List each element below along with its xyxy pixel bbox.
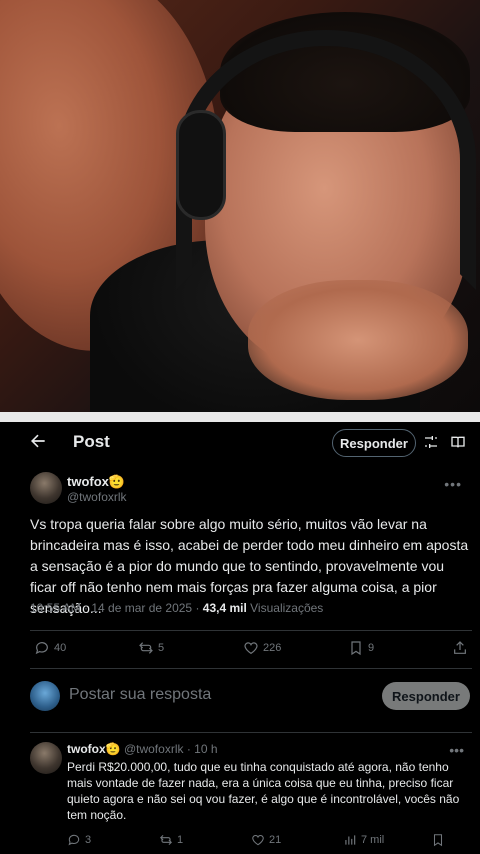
post-actions: 40 5 226 9 bbox=[30, 640, 472, 660]
reply-count: 3 bbox=[85, 834, 92, 846]
post-timestamp[interactable]: 10:55 AM · 14 de mar de 2025 · bbox=[30, 601, 203, 615]
author-handle[interactable]: @twofoxrlk bbox=[67, 490, 127, 504]
page-title: Post bbox=[73, 432, 110, 451]
bookmark-action[interactable] bbox=[431, 833, 445, 847]
views-label: Visualizações bbox=[246, 601, 324, 615]
headphone-cup bbox=[176, 110, 226, 220]
like-count: 21 bbox=[269, 834, 282, 846]
views-action[interactable]: 7 mil bbox=[343, 833, 384, 847]
arrow-left-icon[interactable] bbox=[28, 431, 48, 451]
heart-icon bbox=[244, 642, 258, 655]
video-divider bbox=[0, 412, 480, 422]
book-icon[interactable] bbox=[450, 434, 466, 450]
divider bbox=[30, 732, 472, 733]
more-horizontal-icon[interactable]: ••• bbox=[449, 742, 464, 758]
sliders-icon[interactable] bbox=[423, 434, 439, 450]
avatar[interactable] bbox=[30, 472, 62, 504]
repost-icon bbox=[139, 642, 153, 654]
views-count: 7 mil bbox=[361, 834, 385, 846]
reply-text: Perdi R$20.000,00, tudo que eu tinha con… bbox=[67, 760, 460, 822]
reply-header: twofox🫡 @twofoxrlk · 10 h bbox=[67, 742, 218, 756]
reply-action[interactable]: 3 bbox=[67, 833, 91, 847]
like-count: 226 bbox=[263, 642, 282, 654]
post-author[interactable]: twofox🫡 @twofoxrlk ••• bbox=[30, 472, 470, 506]
hand-shape bbox=[248, 280, 468, 400]
analytics-icon bbox=[345, 835, 356, 845]
reply-author-handle[interactable]: @twofoxrlk bbox=[124, 742, 184, 756]
bookmark-icon bbox=[351, 641, 361, 656]
repost-action[interactable]: 5 bbox=[138, 640, 164, 656]
divider bbox=[30, 630, 472, 631]
repost-action[interactable]: 1 bbox=[159, 833, 183, 847]
share-action[interactable] bbox=[452, 640, 468, 656]
bookmark-count: 9 bbox=[368, 642, 375, 654]
like-action[interactable]: 226 bbox=[243, 640, 281, 656]
webcam-video bbox=[0, 0, 480, 412]
top-bar: Post Responder bbox=[0, 422, 480, 464]
reply-composer: Postar sua resposta Responder bbox=[30, 679, 472, 713]
reply-input[interactable]: Postar sua resposta bbox=[69, 686, 211, 704]
like-action[interactable]: 21 bbox=[251, 833, 281, 847]
comment-icon bbox=[35, 642, 48, 655]
reply-actions: 3 1 21 7 mil bbox=[67, 833, 472, 853]
bookmark-action[interactable]: 9 bbox=[348, 640, 374, 656]
repost-count: 5 bbox=[158, 642, 165, 654]
comment-icon bbox=[68, 834, 80, 846]
post-meta: 10:55 AM · 14 de mar de 2025 · 43,4 mil … bbox=[30, 601, 323, 615]
reply-action[interactable]: 40 bbox=[34, 640, 66, 656]
divider bbox=[30, 668, 472, 669]
more-horizontal-icon[interactable]: ••• bbox=[444, 476, 462, 492]
reply-author-name[interactable]: twofox🫡 bbox=[67, 742, 121, 756]
reply-submit-button[interactable]: Responder bbox=[382, 682, 470, 710]
author-name[interactable]: twofox🫡 bbox=[67, 474, 125, 490]
views-count: 43,4 mil bbox=[202, 601, 247, 615]
heart-icon bbox=[252, 835, 264, 846]
reply-header-button[interactable]: Responder bbox=[332, 429, 416, 457]
avatar[interactable] bbox=[30, 742, 62, 774]
repost-count: 1 bbox=[177, 834, 184, 846]
reply-time[interactable]: · 10 h bbox=[183, 742, 218, 756]
reply-count: 40 bbox=[54, 642, 67, 654]
repost-icon bbox=[160, 834, 172, 846]
post-panel: Post Responder twofox🫡 @twofoxrlk ••• Vs… bbox=[0, 422, 480, 854]
avatar[interactable] bbox=[30, 681, 60, 711]
bookmark-icon bbox=[433, 834, 443, 847]
share-icon bbox=[454, 641, 466, 654]
